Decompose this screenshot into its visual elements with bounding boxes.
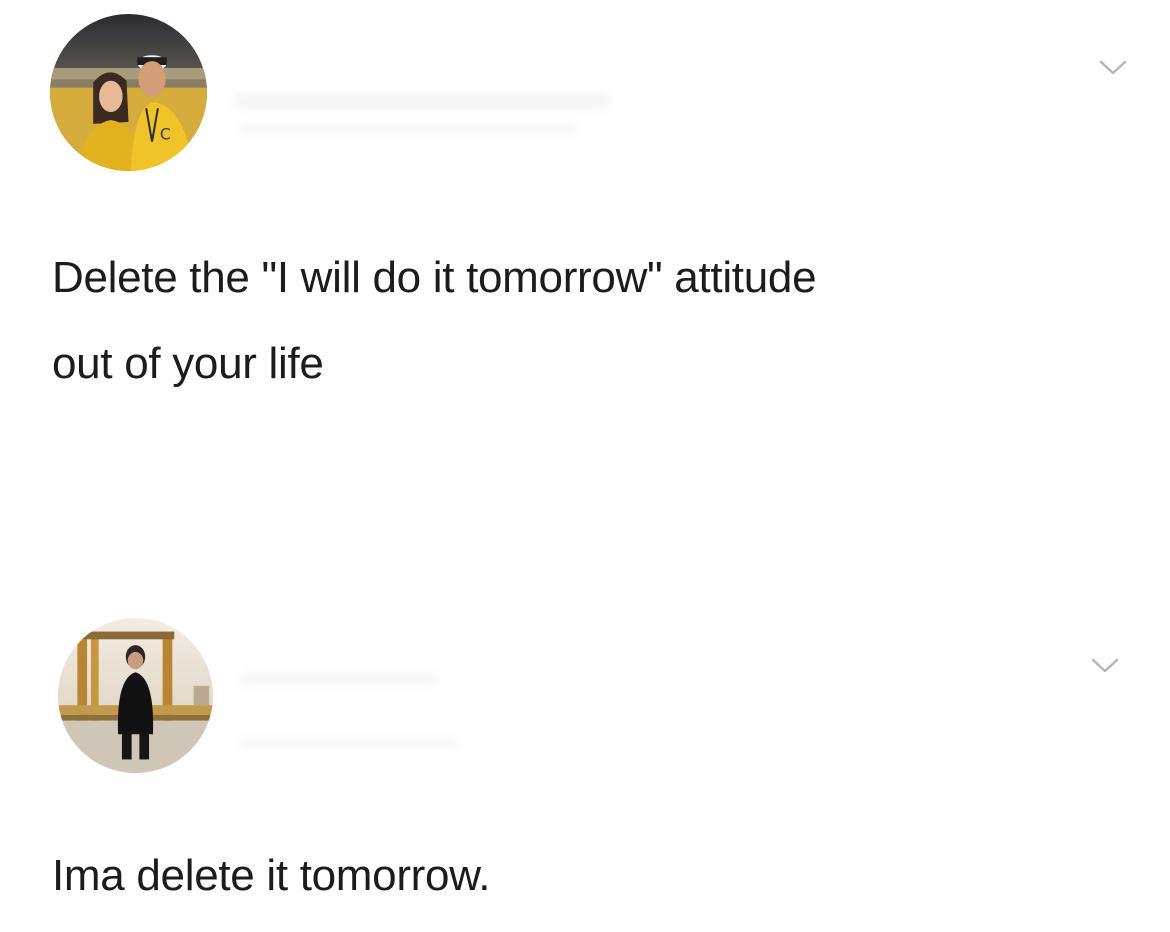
svg-text:C: C [160, 125, 171, 144]
post-text-line: Delete the "I will do it tomorrow" attit… [52, 253, 817, 302]
username-redacted [232, 92, 612, 110]
couple-at-stadium-photo: C [50, 14, 207, 171]
chevron-down-icon[interactable] [1091, 658, 1119, 674]
person-seated-photo [58, 618, 213, 773]
post-text: Delete the "I will do it tomorrow" attit… [52, 235, 817, 407]
reply-post: Ima delete it tomorrow. [0, 600, 1170, 932]
post-text: Ima delete it tomorrow. [52, 833, 490, 919]
handle-redacted [238, 124, 578, 134]
avatar[interactable]: C [50, 14, 207, 171]
post-text-line: out of your life [52, 339, 324, 388]
handle-redacted [240, 738, 460, 748]
post: C Delete the "I will do it tomorrow" att… [0, 0, 1170, 440]
chevron-down-icon[interactable] [1099, 60, 1127, 76]
post-text-line: Ima delete it tomorrow. [52, 851, 491, 900]
username-redacted [238, 672, 438, 686]
avatar[interactable] [58, 618, 213, 773]
